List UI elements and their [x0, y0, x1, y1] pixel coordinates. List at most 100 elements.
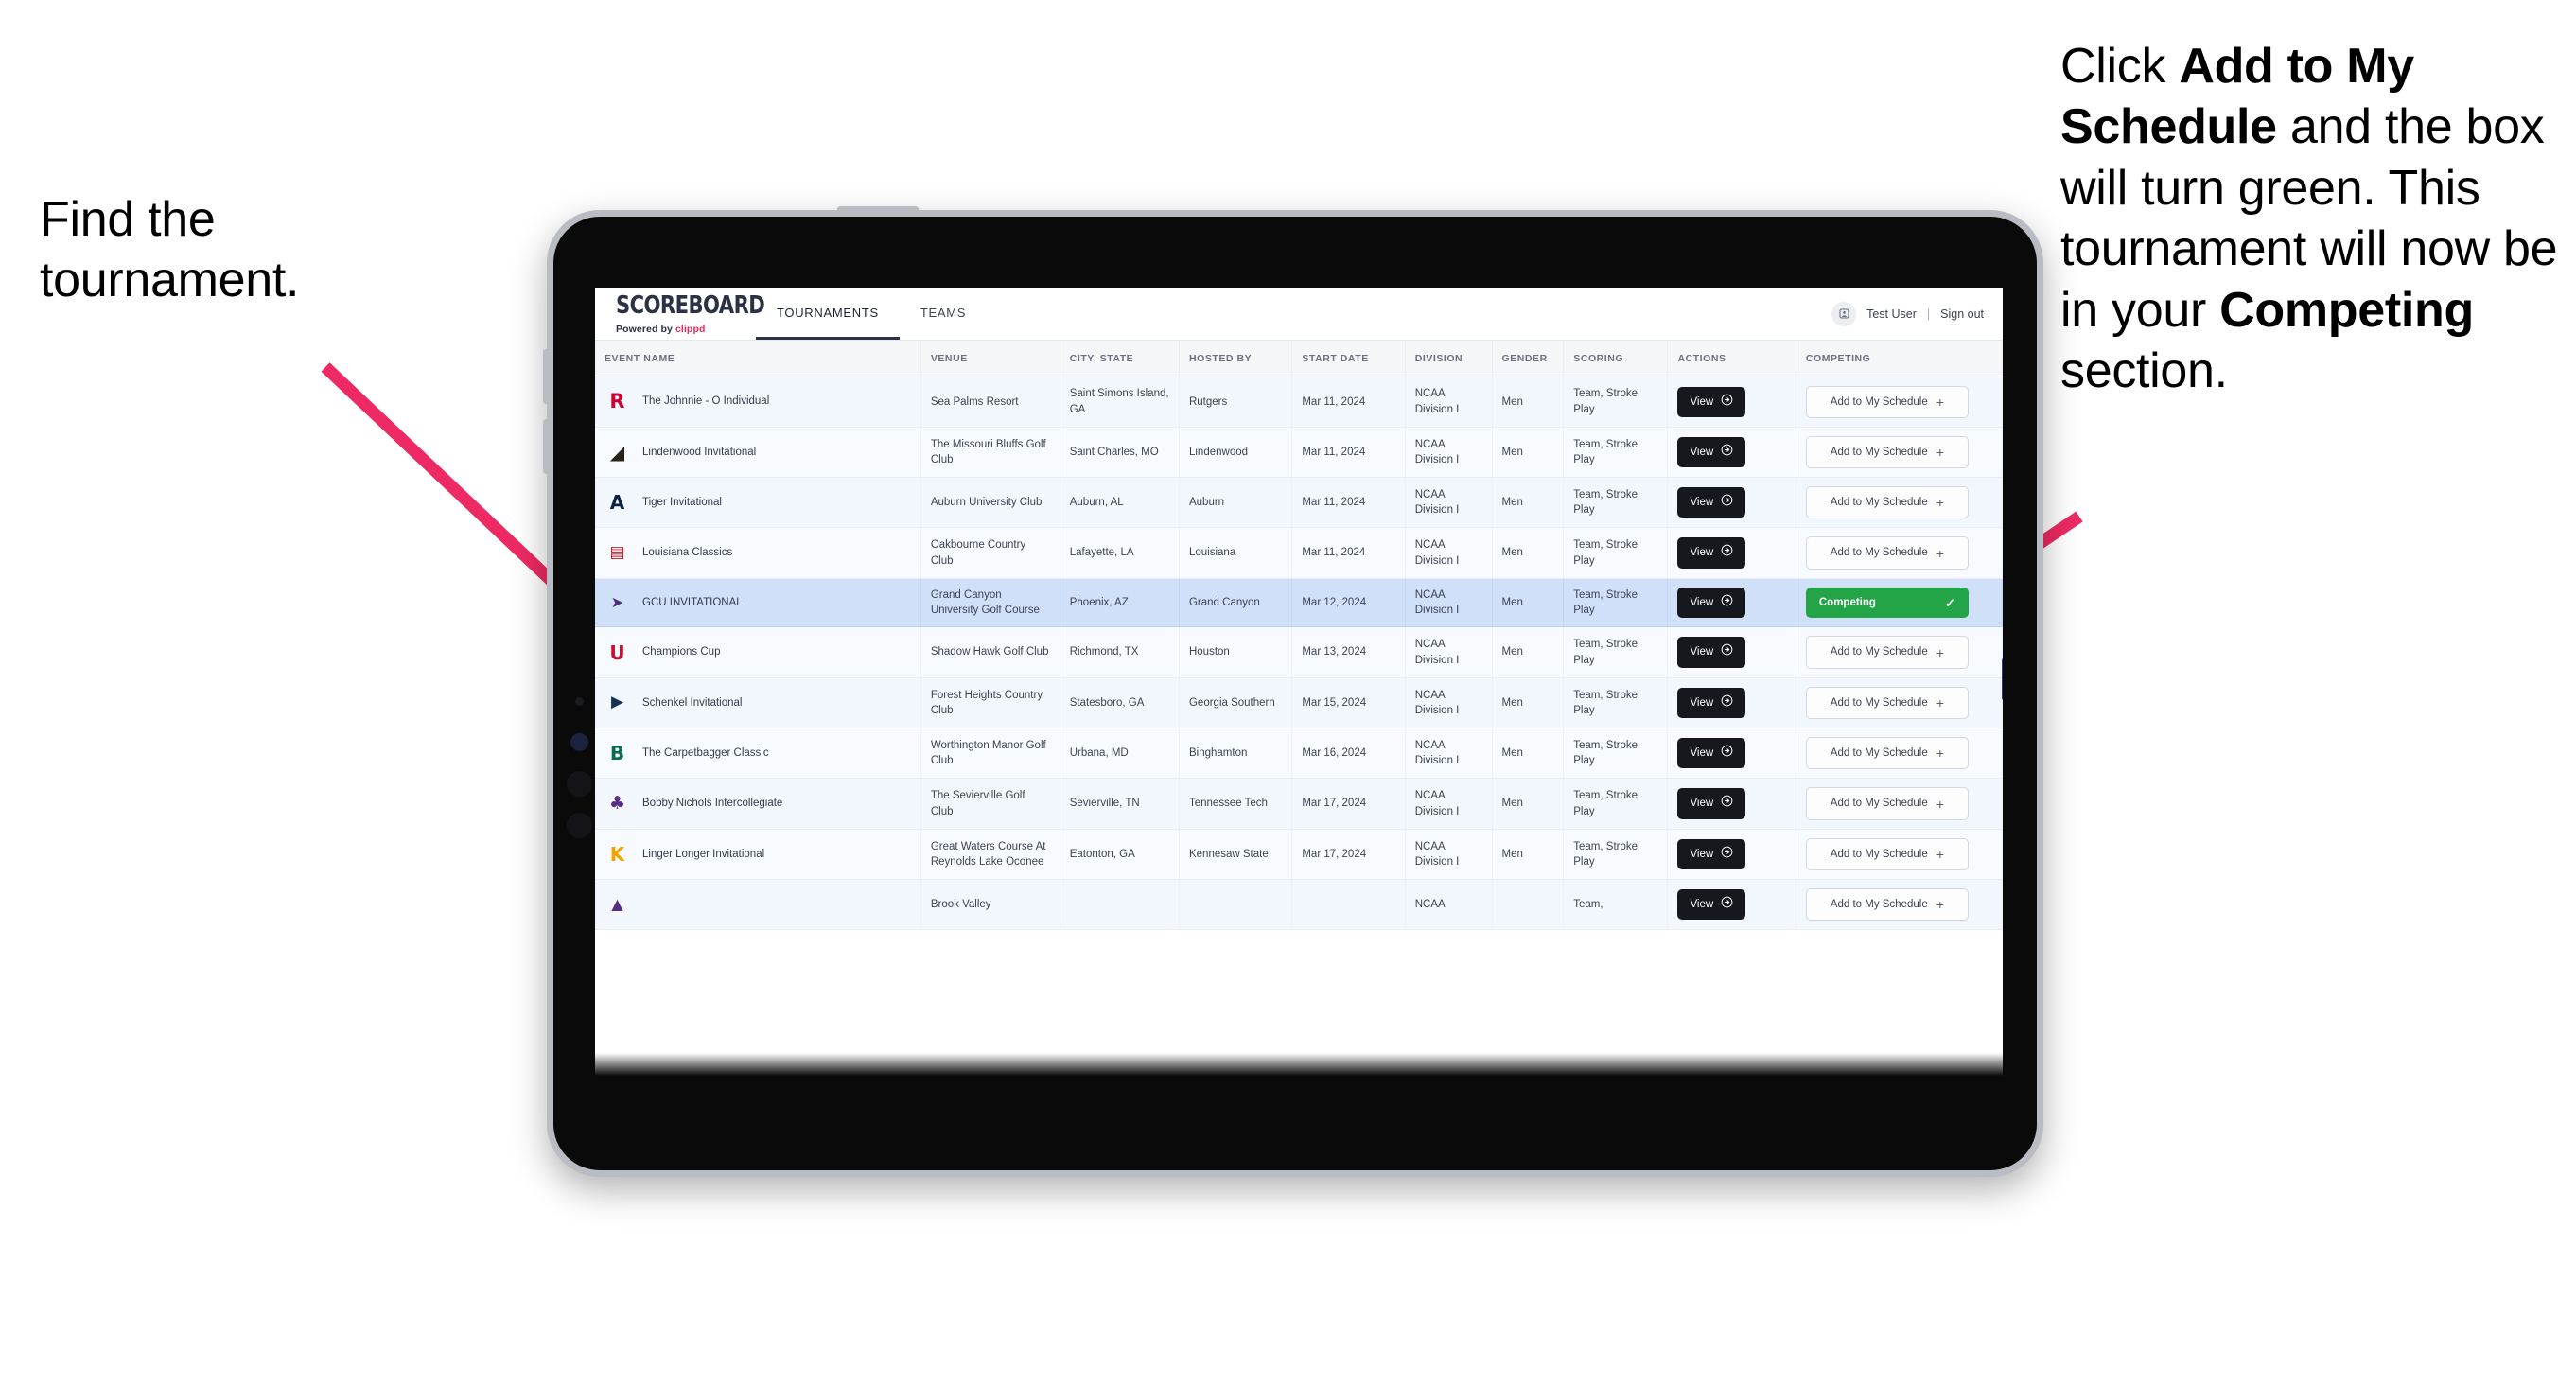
add-to-my-schedule-button[interactable]: Add to My Schedule +	[1805, 385, 1969, 418]
cell-gender: Men	[1492, 626, 1565, 678]
cell-division: NCAA Division I	[1405, 527, 1493, 579]
arrow-right-circle-icon	[1721, 694, 1733, 711]
cell-hosted-by: Auburn	[1179, 477, 1293, 529]
view-button-label: View	[1690, 646, 1714, 658]
view-button-label: View	[1690, 696, 1714, 709]
column-header-start-date: START DATE	[1291, 341, 1406, 377]
cell-city-state: Saint Charles, MO	[1060, 427, 1180, 479]
sign-out-link[interactable]: Sign out	[1940, 307, 1984, 321]
add-to-my-schedule-label: Add to My Schedule	[1830, 848, 1928, 860]
add-to-my-schedule-button[interactable]: Add to My Schedule +	[1805, 686, 1969, 720]
volume-up-button[interactable]	[543, 349, 550, 404]
plus-icon: +	[1936, 444, 1944, 460]
tab-teams[interactable]: TEAMS	[900, 288, 987, 340]
table-row: A Tiger Invitational Auburn University Clu…	[595, 477, 2003, 529]
cell-city-state: Richmond, TX	[1060, 626, 1180, 678]
add-to-my-schedule-button[interactable]: Add to My Schedule +	[1805, 837, 1969, 871]
view-button[interactable]: View	[1677, 487, 1746, 518]
add-to-my-schedule-button[interactable]: Add to My Schedule +	[1805, 636, 1969, 669]
plus-icon: +	[1936, 545, 1944, 561]
cell-actions: View	[1667, 829, 1796, 881]
annotation-left: Find the tournament.	[40, 189, 447, 311]
table-row: ➤ GCU INVITATIONAL Grand Canyon University…	[595, 578, 2003, 628]
cell-division: NCAA	[1405, 879, 1493, 931]
view-button-label: View	[1690, 899, 1714, 911]
view-button[interactable]: View	[1677, 687, 1746, 719]
power-button[interactable]	[837, 206, 919, 213]
event-name-label: The Johnnie - O Individual	[642, 395, 770, 408]
add-to-my-schedule-button[interactable]: Add to My Schedule +	[1805, 536, 1969, 570]
view-button[interactable]: View	[1677, 386, 1746, 417]
cell-gender: Men	[1492, 677, 1565, 729]
cell-competing: Add to My Schedule +	[1796, 626, 2003, 678]
view-button[interactable]: View	[1677, 637, 1746, 668]
add-to-my-schedule-button[interactable]: Add to My Schedule +	[1805, 888, 1969, 921]
cell-venue: Worthington Manor Golf Club	[920, 728, 1060, 780]
view-button[interactable]: View	[1677, 889, 1746, 921]
cell-scoring: Team, Stroke Play	[1563, 677, 1669, 729]
brand-powered-by: Powered by clippd	[616, 324, 739, 335]
table-body: R The Johnnie - O Individual Sea Palms Res…	[595, 377, 2003, 931]
user-menu: Test User | Sign out	[1831, 288, 2003, 340]
add-to-my-schedule-label: Add to My Schedule	[1830, 395, 1928, 408]
event-name-label: Bobby Nichols Intercollegiate	[642, 798, 783, 810]
add-to-my-schedule-button[interactable]: Add to My Schedule +	[1805, 737, 1969, 770]
arrow-right-circle-icon	[1721, 896, 1733, 913]
cell-competing: Add to My Schedule +	[1796, 477, 2003, 529]
cell-hosted-by: Kennesaw State	[1179, 829, 1293, 881]
annotation-right-p1: Click	[2060, 39, 2180, 94]
view-button[interactable]: View	[1677, 537, 1746, 569]
arrow-right-circle-icon	[1721, 795, 1733, 812]
cell-event-name: ♣ Bobby Nichols Intercollegiate	[595, 778, 921, 830]
arrow-right-circle-icon	[1721, 544, 1733, 561]
user-avatar-icon[interactable]	[1831, 301, 1857, 326]
plus-icon: +	[1936, 394, 1944, 410]
cell-venue: Auburn University Club	[920, 477, 1060, 529]
cell-venue: Forest Heights Country Club	[920, 677, 1060, 729]
arrow-right-circle-icon	[1721, 745, 1733, 762]
vertical-scrollbar[interactable]	[2002, 658, 2003, 700]
view-button[interactable]: View	[1677, 587, 1746, 619]
volume-down-button[interactable]	[543, 419, 550, 474]
add-to-my-schedule-label: Add to My Schedule	[1830, 646, 1928, 658]
cell-gender: Men	[1492, 728, 1565, 780]
view-button[interactable]: View	[1677, 838, 1746, 870]
column-header-competing: COMPETING	[1796, 341, 2003, 377]
view-button[interactable]: View	[1677, 436, 1746, 468]
add-to-my-schedule-button[interactable]: Add to My Schedule +	[1805, 787, 1969, 820]
cell-event-name: A Tiger Invitational	[595, 477, 921, 529]
rear-camera-icon	[567, 771, 592, 797]
cell-venue: Brook Valley	[920, 879, 1060, 931]
auburn-logo: A	[609, 491, 625, 515]
view-button[interactable]: View	[1677, 738, 1746, 769]
cell-venue: Sea Palms Resort	[920, 377, 1060, 428]
cell-hosted-by: Grand Canyon	[1179, 578, 1293, 628]
tournaments-table-container[interactable]: EVENT NAME VENUE CITY, STATE HOSTED BY S…	[595, 341, 2003, 1078]
tab-tournaments[interactable]: TOURNAMENTS	[756, 288, 900, 340]
annotation-left-line2: tournament.	[40, 253, 300, 308]
column-header-city-state: CITY, STATE	[1060, 341, 1180, 377]
plus-icon: +	[1936, 644, 1944, 660]
add-to-my-schedule-label: Add to My Schedule	[1830, 798, 1928, 810]
lindenwood-logo: ◢	[609, 440, 625, 464]
cell-actions: View	[1667, 377, 1796, 428]
cell-start-date: Mar 17, 2024	[1291, 829, 1406, 881]
cell-city-state: Statesboro, GA	[1060, 677, 1180, 729]
table-row: ▶ Schenkel Invitational Forest Heights Cou…	[595, 677, 2003, 729]
view-button[interactable]: View	[1677, 788, 1746, 819]
table-row: ▲ Brook Valley NCAA Team, View Add to My Sche…	[595, 879, 2003, 931]
cell-scoring: Team, Stroke Play	[1563, 377, 1669, 428]
cell-scoring: Team, Stroke Play	[1563, 829, 1669, 881]
add-to-my-schedule-label: Add to My Schedule	[1830, 899, 1928, 911]
add-to-my-schedule-button[interactable]: Add to My Schedule +	[1805, 435, 1969, 469]
annotation-left-line1: Find the	[40, 192, 216, 247]
add-to-my-schedule-button[interactable]: Add to My Schedule +	[1805, 486, 1969, 519]
view-button-label: View	[1690, 497, 1714, 509]
arrow-right-circle-icon	[1721, 494, 1733, 511]
event-name-label: Linger Longer Invitational	[642, 848, 765, 860]
column-header-event-name: EVENT NAME	[595, 341, 921, 377]
event-name-label: The Carpetbagger Classic	[642, 747, 769, 760]
cell-scoring: Team, Stroke Play	[1563, 578, 1669, 628]
cell-city-state	[1060, 879, 1180, 931]
competing-button[interactable]: Competing ✓	[1805, 587, 1969, 619]
